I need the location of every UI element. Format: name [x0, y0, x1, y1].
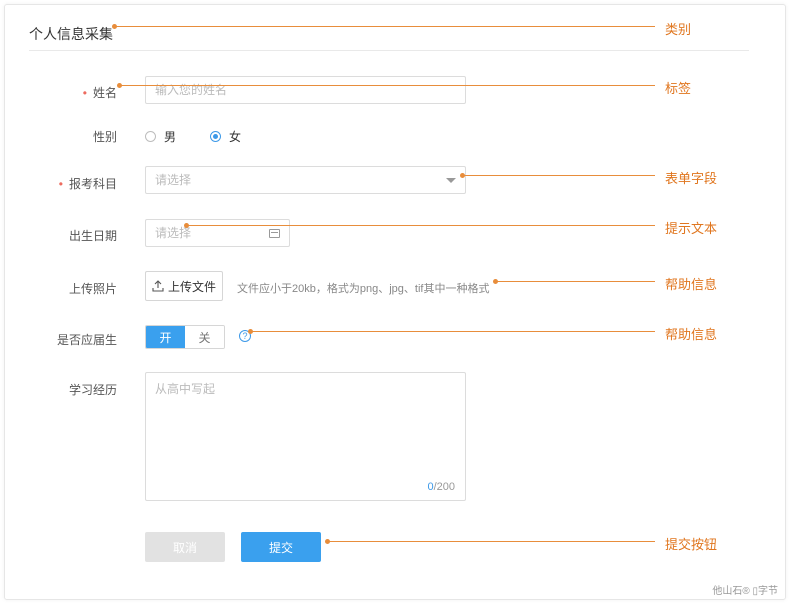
subject-placeholder: 请选择	[155, 173, 192, 187]
photo-label: 上传照片	[68, 282, 117, 296]
annotation-submit-button: 提交按钮	[665, 537, 718, 552]
gender-radio-female[interactable]: 女	[210, 128, 241, 145]
required-mark: •	[82, 86, 87, 100]
gender-option-male: 男	[164, 130, 177, 144]
annotation-category: 类别	[665, 22, 692, 37]
gender-radio-male[interactable]: 男	[145, 128, 176, 145]
gender-option-female: 女	[229, 130, 242, 144]
title-divider	[29, 50, 749, 51]
section-title: 个人信息采集	[29, 26, 113, 42]
study-textarea[interactable]: 从高中写起 0/200	[145, 372, 466, 501]
annotation-help-info: 帮助信息	[665, 327, 718, 342]
watermark: 他山石® ▯字节	[712, 586, 778, 597]
toggle-on-option[interactable]: 开	[146, 326, 185, 348]
annotation-form-field: 表单字段	[665, 171, 718, 186]
annotation-line	[120, 85, 655, 86]
required-mark: •	[58, 177, 63, 191]
gender-label: 性别	[92, 130, 117, 144]
name-label-text: 姓名	[92, 86, 117, 100]
study-label: 学习经历	[68, 383, 117, 397]
submit-button[interactable]: 提交	[241, 532, 321, 562]
name-input[interactable]: 输入您的姓名	[145, 76, 466, 104]
study-placeholder: 从高中写起	[155, 382, 216, 396]
annotation-line	[251, 331, 655, 332]
birthday-placeholder: 请选择	[155, 226, 192, 240]
subject-label: • 报考科目	[17, 175, 117, 192]
upload-icon	[152, 280, 164, 292]
radio-circle	[145, 131, 156, 142]
annotation-line	[328, 541, 655, 542]
annotation-tag: 标签	[665, 81, 692, 96]
char-counter: 0/200	[427, 481, 455, 493]
subject-select[interactable]: 请选择	[145, 166, 466, 194]
upload-help-text: 文件应小于20kb，格式为png、jpg、tif其中一种格式	[237, 283, 490, 295]
radio-circle-selected	[210, 131, 221, 142]
toggle-off-option[interactable]: 关	[185, 326, 224, 348]
annotation-line	[463, 175, 655, 176]
upload-button-label: 上传文件	[167, 279, 216, 294]
upload-file-button[interactable]: 上传文件	[145, 271, 223, 301]
annotation-help-info: 帮助信息	[665, 277, 718, 292]
subject-label-text: 报考科目	[68, 177, 117, 191]
annotation-hint-text: 提示文本	[665, 221, 718, 236]
graduate-toggle[interactable]: 开 关	[145, 325, 225, 349]
birthday-label: 出生日期	[68, 229, 117, 243]
calendar-icon	[269, 229, 280, 238]
annotation-line	[187, 225, 655, 226]
chevron-down-icon	[446, 178, 456, 183]
annotation-line	[115, 26, 655, 27]
cancel-button[interactable]: 取消	[145, 532, 225, 562]
char-max: /200	[433, 481, 455, 493]
name-label: • 姓名	[17, 84, 117, 101]
annotation-line	[496, 281, 655, 282]
birthday-datepicker[interactable]: 请选择	[145, 219, 290, 247]
graduate-label: 是否应届生	[56, 333, 117, 347]
